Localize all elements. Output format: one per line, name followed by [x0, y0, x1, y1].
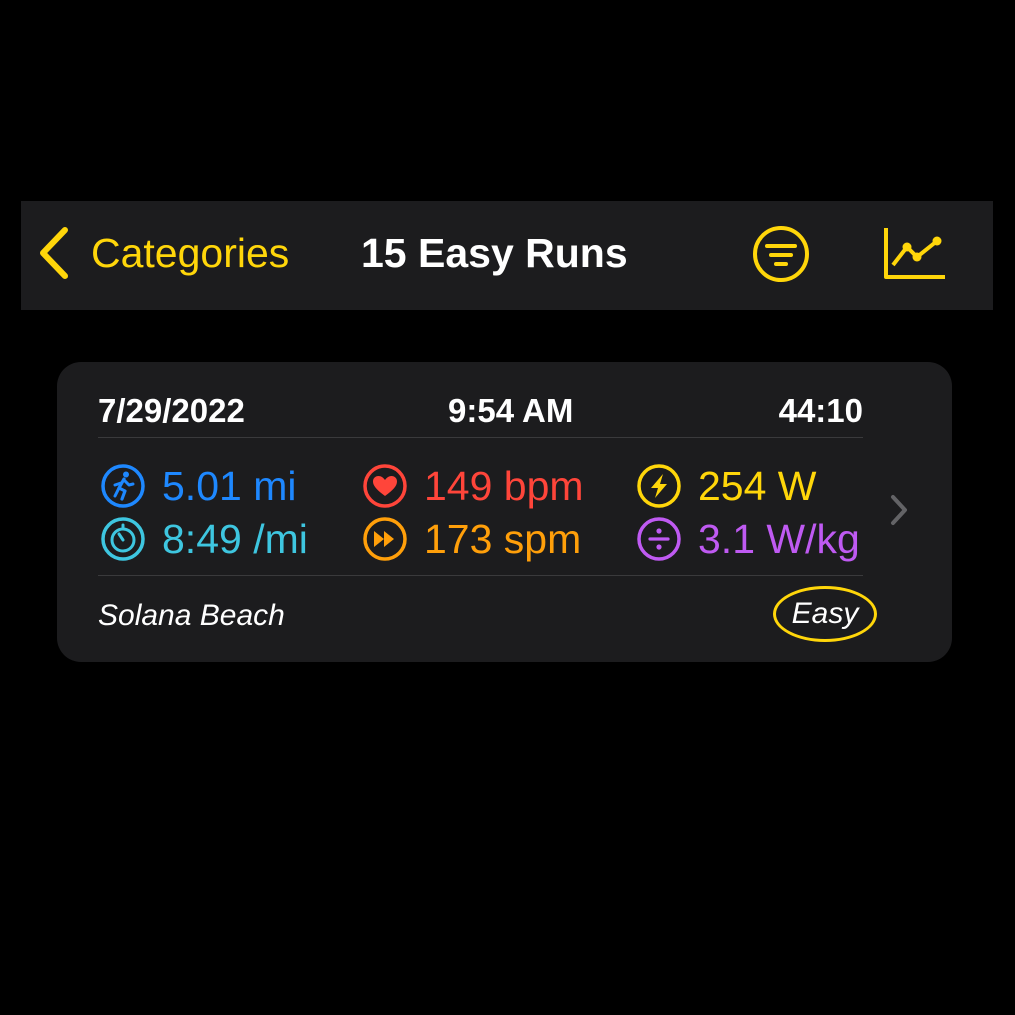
filter-circle-icon[interactable]	[752, 225, 810, 283]
metric-power: 254 W	[636, 462, 817, 510]
screen: Categories 15 Easy Runs 7/29/2022 9:54 A…	[0, 0, 1015, 1015]
divider	[98, 575, 863, 576]
back-button[interactable]: Categories	[37, 223, 289, 283]
workout-date: 7/29/2022	[98, 392, 245, 429]
metric-cadence-value: 173 spm	[424, 515, 582, 562]
workout-duration: 44:10	[778, 392, 863, 429]
back-button-label: Categories	[91, 229, 290, 276]
heart-icon	[363, 464, 407, 508]
workout-time: 9:54 AM	[448, 392, 574, 429]
metric-pace: 8:49 /mi	[100, 515, 308, 563]
metric-distance-value: 5.01 mi	[162, 462, 297, 509]
workout-header: 7/29/2022 9:54 AM 44:10	[98, 388, 863, 434]
metric-power-to-weight-value: 3.1 W/kg	[698, 515, 860, 562]
metric-power-value: 254 W	[698, 462, 817, 509]
workout-card[interactable]: 7/29/2022 9:54 AM 44:10 5.01 mi 8:49 /mi…	[57, 362, 952, 662]
page-title: 15 Easy Runs	[361, 230, 628, 276]
divider	[98, 437, 863, 438]
chevron-left-icon	[40, 227, 68, 279]
fast-forward-icon	[363, 517, 407, 561]
metric-cadence: 173 spm	[362, 515, 581, 563]
category-badge: Easy	[773, 586, 877, 642]
divide-icon	[637, 517, 681, 561]
running-figure-icon	[101, 464, 145, 508]
line-chart-icon[interactable]	[883, 225, 947, 281]
metric-heart-rate: 149 bpm	[362, 462, 584, 510]
bolt-icon	[637, 464, 681, 508]
navigation-bar: Categories 15 Easy Runs	[21, 201, 993, 310]
metric-heart-rate-value: 149 bpm	[424, 462, 584, 509]
metric-pace-value: 8:49 /mi	[162, 515, 308, 562]
chevron-right-icon	[891, 495, 907, 525]
metric-distance: 5.01 mi	[100, 462, 296, 510]
metric-power-to-weight: 3.1 W/kg	[636, 515, 860, 563]
category-label: Easy	[791, 597, 859, 630]
stopwatch-icon	[101, 517, 145, 561]
workout-location: Solana Beach	[98, 599, 285, 632]
